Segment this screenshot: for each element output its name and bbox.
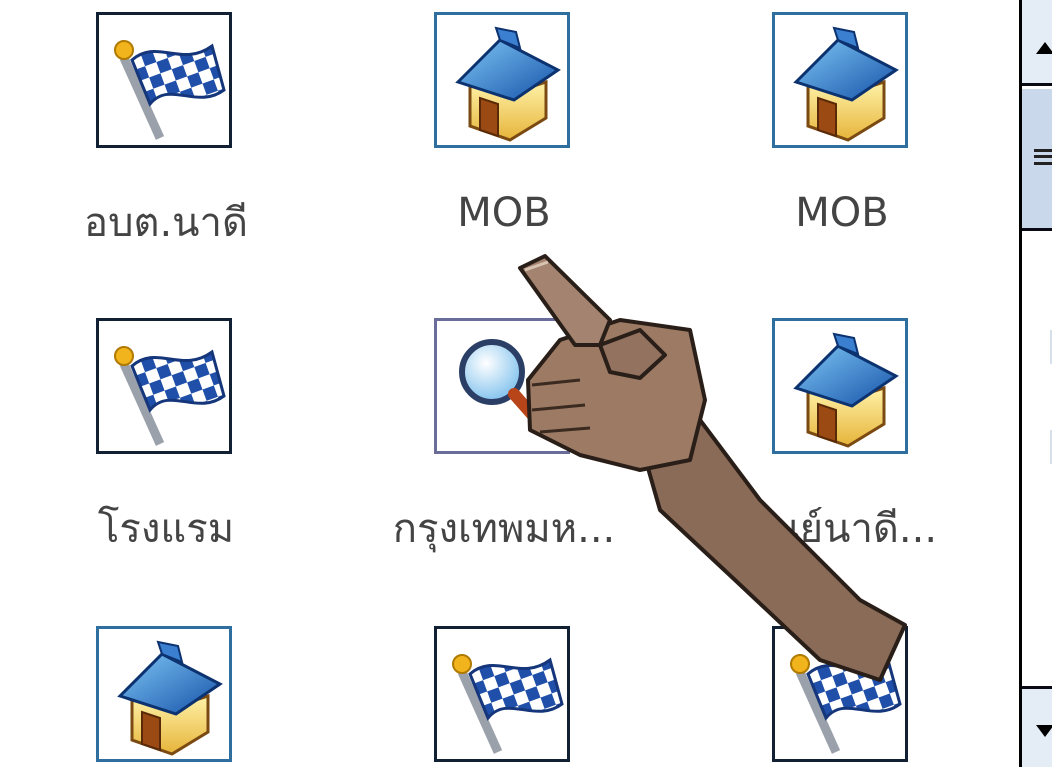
- checkered-flag-icon: [114, 346, 226, 446]
- house-icon: [793, 332, 899, 448]
- item-icon-frame[interactable]: [772, 318, 908, 454]
- item-icon-frame[interactable]: [96, 12, 232, 148]
- vertical-scrollbar[interactable]: [1019, 0, 1052, 767]
- item-icon-frame[interactable]: [96, 318, 232, 454]
- grip-icon: [1034, 149, 1052, 165]
- item-icon-frame[interactable]: [434, 626, 570, 762]
- item-icon-frame[interactable]: [434, 12, 570, 148]
- scrollbar-thumb[interactable]: [1022, 89, 1052, 231]
- item-label: โรงแรม: [97, 506, 235, 552]
- house-icon: [793, 26, 899, 142]
- icon-view-panel: อบต.นาดี MOB MOB โรงแรม กรุงเทพมห... ศูน…: [0, 0, 1019, 767]
- magnifier-icon: [459, 339, 550, 434]
- item-label: MOB: [457, 190, 551, 236]
- arrow-up-icon[interactable]: [1022, 0, 1052, 86]
- checkered-flag-icon: [114, 40, 226, 140]
- item-label: ศูนย์นาดี...: [746, 506, 938, 552]
- item-label: กรุงเทพมห...: [392, 506, 616, 552]
- item-icon-frame[interactable]: [434, 318, 570, 454]
- item-icon-frame[interactable]: [772, 626, 908, 762]
- checkered-flag-icon: [452, 654, 564, 754]
- arrow-down-icon[interactable]: [1022, 686, 1052, 767]
- item-icon-frame[interactable]: [772, 12, 908, 148]
- house-icon: [117, 640, 223, 756]
- checkered-flag-icon: [790, 654, 902, 754]
- item-label: MOB: [795, 190, 889, 236]
- house-icon: [455, 26, 561, 142]
- item-icon-frame[interactable]: [96, 626, 232, 762]
- item-label: อบต.นาดี: [84, 200, 248, 246]
